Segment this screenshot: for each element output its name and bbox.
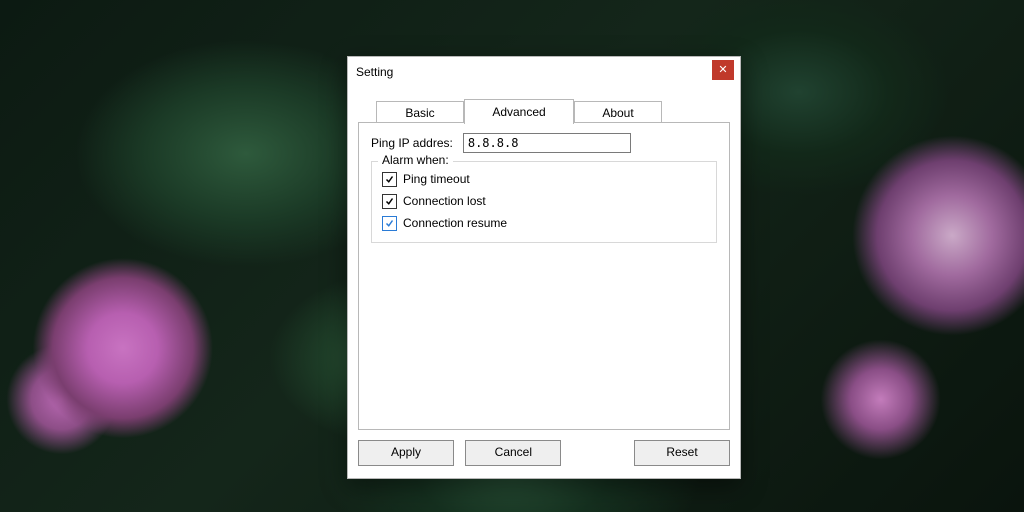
alarm-when-group: Alarm when: Ping timeout Connection lost [371, 161, 717, 243]
checkbox-box [382, 194, 397, 209]
close-button[interactable]: ✕ [712, 60, 734, 80]
checkbox-connection-resume[interactable]: Connection resume [382, 212, 706, 234]
settings-dialog: Setting ✕ Basic Advanced About Ping IP a… [347, 56, 741, 479]
check-icon [385, 175, 394, 184]
check-icon [385, 219, 394, 228]
ping-ip-row: Ping IP addres: [371, 133, 717, 153]
dialog-button-row: Apply Cancel Reset [358, 440, 730, 468]
check-icon [385, 197, 394, 206]
window-title: Setting [356, 65, 393, 79]
checkbox-ping-timeout[interactable]: Ping timeout [382, 168, 706, 190]
tab-strip: Basic Advanced About [358, 99, 730, 123]
tab-panel-advanced: Ping IP addres: Alarm when: Ping timeout… [358, 123, 730, 430]
reset-button[interactable]: Reset [634, 440, 730, 466]
checkbox-label: Ping timeout [403, 172, 470, 186]
cancel-button[interactable]: Cancel [465, 440, 561, 466]
checkbox-label: Connection lost [403, 194, 486, 208]
apply-button[interactable]: Apply [358, 440, 454, 466]
checkbox-box [382, 172, 397, 187]
alarm-when-legend: Alarm when: [378, 153, 453, 167]
ping-ip-input[interactable] [463, 133, 631, 153]
ping-ip-label: Ping IP addres: [371, 136, 453, 150]
titlebar[interactable]: Setting ✕ [348, 57, 740, 87]
tab-about[interactable]: About [574, 101, 662, 124]
close-icon: ✕ [718, 64, 727, 76]
tab-advanced[interactable]: Advanced [464, 99, 574, 124]
checkbox-label: Connection resume [403, 216, 507, 230]
checkbox-connection-lost[interactable]: Connection lost [382, 190, 706, 212]
tab-basic[interactable]: Basic [376, 101, 464, 124]
checkbox-box [382, 216, 397, 231]
